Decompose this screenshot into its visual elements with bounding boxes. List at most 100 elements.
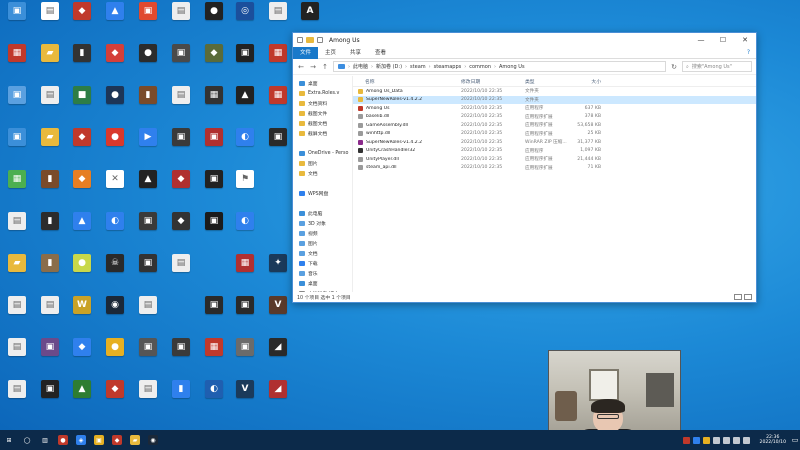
desktop-icon[interactable]: ▣ bbox=[165, 128, 197, 166]
desktop-icon[interactable]: ▦ bbox=[262, 44, 294, 82]
desktop-icon[interactable]: ◢ bbox=[262, 338, 294, 376]
column-name[interactable]: 名称 bbox=[353, 78, 459, 85]
desktop-icon[interactable]: ▦ bbox=[1, 44, 33, 82]
nav-item[interactable]: 文档 bbox=[293, 248, 352, 258]
nav-item[interactable]: 文档资料 bbox=[293, 98, 352, 108]
desktop-icon[interactable]: ◆ bbox=[198, 44, 230, 82]
desktop-icon[interactable]: ▣ bbox=[132, 212, 164, 250]
desktop-icon[interactable]: ▮ bbox=[132, 86, 164, 124]
nav-item[interactable]: 音乐 bbox=[293, 268, 352, 278]
desktop-icon[interactable]: ◐ bbox=[198, 380, 230, 418]
desktop-icon[interactable]: ▣ bbox=[229, 296, 261, 334]
nav-item[interactable]: WPS网盘 bbox=[293, 188, 352, 198]
tab-file[interactable]: 文件 bbox=[293, 46, 319, 59]
desktop-icon[interactable]: ▣ bbox=[165, 338, 197, 376]
up-button[interactable]: ↑ bbox=[321, 63, 329, 71]
file-row[interactable]: steam_api.dll 2022/10/10 22:35 应用程序扩展 71 KB bbox=[353, 164, 756, 173]
back-button[interactable]: ← bbox=[297, 63, 305, 71]
taskbar-app-1-button[interactable]: ● bbox=[55, 432, 71, 448]
desktop-icon[interactable]: ▲ bbox=[229, 86, 261, 124]
desktop-icon[interactable]: ▣ bbox=[34, 380, 66, 418]
nav-item[interactable]: 截图文件 bbox=[293, 108, 352, 118]
address-bar[interactable]: › 此电脑 › 新加卷 (D:) › steam › steamapps › c… bbox=[333, 61, 666, 72]
desktop-icon[interactable]: ▣ bbox=[198, 170, 230, 208]
nav-item[interactable]: 下载 bbox=[293, 258, 352, 268]
desktop-icon[interactable]: ▮ bbox=[34, 170, 66, 208]
tray-icon[interactable] bbox=[712, 436, 720, 444]
desktop-icon[interactable]: ☠ bbox=[99, 254, 131, 292]
desktop-icon[interactable]: ▤ bbox=[262, 2, 294, 40]
desktop-icon[interactable]: ▮ bbox=[34, 254, 66, 292]
desktop-icon[interactable]: ◆ bbox=[165, 170, 197, 208]
column-type[interactable]: 类型 bbox=[523, 78, 571, 85]
desktop-icon[interactable]: ▤ bbox=[34, 86, 66, 124]
desktop-icon[interactable]: ▤ bbox=[1, 296, 33, 334]
file-row[interactable]: UnityPlayer.dll 2022/10/10 22:35 应用程序扩展 21,… bbox=[353, 155, 756, 164]
desktop-icon[interactable]: ▦ bbox=[262, 86, 294, 124]
file-row[interactable]: Among Us 2022/10/10 22:35 应用程序 637 KB bbox=[353, 104, 756, 113]
properties-icon[interactable] bbox=[297, 37, 303, 43]
taskbar-search-button[interactable]: ◯ bbox=[19, 432, 35, 448]
desktop-icon[interactable]: ▣ bbox=[229, 44, 261, 82]
new-folder-icon[interactable] bbox=[306, 37, 314, 43]
tray-icon[interactable] bbox=[702, 436, 710, 444]
help-icon[interactable]: ? bbox=[747, 49, 750, 56]
desktop-icon[interactable]: ◆ bbox=[99, 44, 131, 82]
file-row[interactable]: GameAssembly.dll 2022/10/10 22:35 应用程序扩展 53… bbox=[353, 121, 756, 130]
customize-icon[interactable] bbox=[317, 37, 323, 43]
minimize-button[interactable]: — bbox=[690, 33, 712, 47]
desktop-icon[interactable]: ▤ bbox=[34, 2, 66, 40]
nav-item[interactable]: 3D 对象 bbox=[293, 218, 352, 228]
desktop-icon[interactable]: ◐ bbox=[229, 128, 261, 166]
taskbar-clock[interactable]: 22:36 2022/10/10 bbox=[760, 435, 786, 446]
desktop-icon[interactable]: ▮ bbox=[165, 380, 197, 418]
desktop-icon[interactable]: ▣ bbox=[165, 44, 197, 82]
desktop-icon[interactable]: ▣ bbox=[132, 2, 164, 40]
desktop-icon[interactable]: ▣ bbox=[1, 86, 33, 124]
refresh-button[interactable]: ↻ bbox=[670, 63, 678, 71]
desktop-icon[interactable]: ◎ bbox=[229, 2, 261, 40]
title-bar[interactable]: Among Us — ☐ ✕ bbox=[293, 33, 756, 47]
taskbar-start-button[interactable]: ⊞ bbox=[1, 432, 17, 448]
taskbar-app-2-button[interactable]: ◈ bbox=[73, 432, 89, 448]
desktop-icon[interactable]: ▮ bbox=[34, 212, 66, 250]
nav-item[interactable]: 文档 bbox=[293, 168, 352, 178]
desktop-icon[interactable]: ◉ bbox=[99, 296, 131, 334]
tray-icon[interactable] bbox=[682, 436, 690, 444]
tray-icon[interactable] bbox=[722, 436, 730, 444]
desktop-icon[interactable]: ▤ bbox=[132, 380, 164, 418]
file-row[interactable]: UnityCrashHandler32 2022/10/10 22:35 应用程序 1… bbox=[353, 147, 756, 156]
desktop-icon[interactable]: ◐ bbox=[229, 212, 261, 250]
desktop-icon[interactable]: ◆ bbox=[99, 380, 131, 418]
desktop-icon[interactable]: ▣ bbox=[1, 2, 33, 40]
desktop-icon[interactable]: ◆ bbox=[66, 170, 98, 208]
breadcrumb-drive-d[interactable]: 新加卷 (D:) bbox=[376, 63, 402, 70]
nav-item[interactable]: Extra.Roles.v bbox=[293, 88, 352, 98]
desktop-icon[interactable]: ▤ bbox=[165, 2, 197, 40]
file-row[interactable]: Among Us_Data 2022/10/10 22:35 文件夹 bbox=[353, 87, 756, 96]
desktop-icon[interactable]: ▣ bbox=[198, 212, 230, 250]
breadcrumb-steam[interactable]: steam bbox=[410, 64, 426, 70]
breadcrumb-this-pc[interactable]: 此电脑 bbox=[353, 63, 368, 70]
desktop-icon[interactable]: ▤ bbox=[132, 296, 164, 334]
tray-icon[interactable] bbox=[742, 436, 750, 444]
taskbar-app-5-button[interactable]: ▰ bbox=[127, 432, 143, 448]
desktop-icon[interactable]: ▤ bbox=[34, 296, 66, 334]
search-box[interactable]: ⌕ 搜索"Among Us" bbox=[682, 61, 752, 72]
desktop-icon[interactable]: ▤ bbox=[165, 254, 197, 292]
nav-item[interactable]: 截图文档 bbox=[293, 118, 352, 128]
desktop-icon[interactable]: ▤ bbox=[165, 86, 197, 124]
desktop-icon[interactable]: ▰ bbox=[34, 44, 66, 82]
desktop-icon[interactable]: ▣ bbox=[34, 338, 66, 376]
desktop-icon[interactable]: ▲ bbox=[99, 2, 131, 40]
desktop-icon[interactable]: ✕ bbox=[99, 170, 131, 208]
desktop-icon[interactable]: ▦ bbox=[1, 170, 33, 208]
taskbar-app-6-button[interactable]: ◉ bbox=[145, 432, 161, 448]
desktop-icon[interactable]: ▦ bbox=[229, 254, 261, 292]
nav-item[interactable]: 图片 bbox=[293, 238, 352, 248]
column-date-modified[interactable]: 修改日期 bbox=[459, 78, 523, 85]
large-icons-view-button[interactable] bbox=[744, 294, 752, 300]
file-row[interactable]: winhttp.dll 2022/10/10 22:35 应用程序扩展 25 KB bbox=[353, 130, 756, 139]
desktop-icon[interactable]: ◆ bbox=[165, 212, 197, 250]
tab-home[interactable]: 主页 bbox=[318, 47, 343, 59]
